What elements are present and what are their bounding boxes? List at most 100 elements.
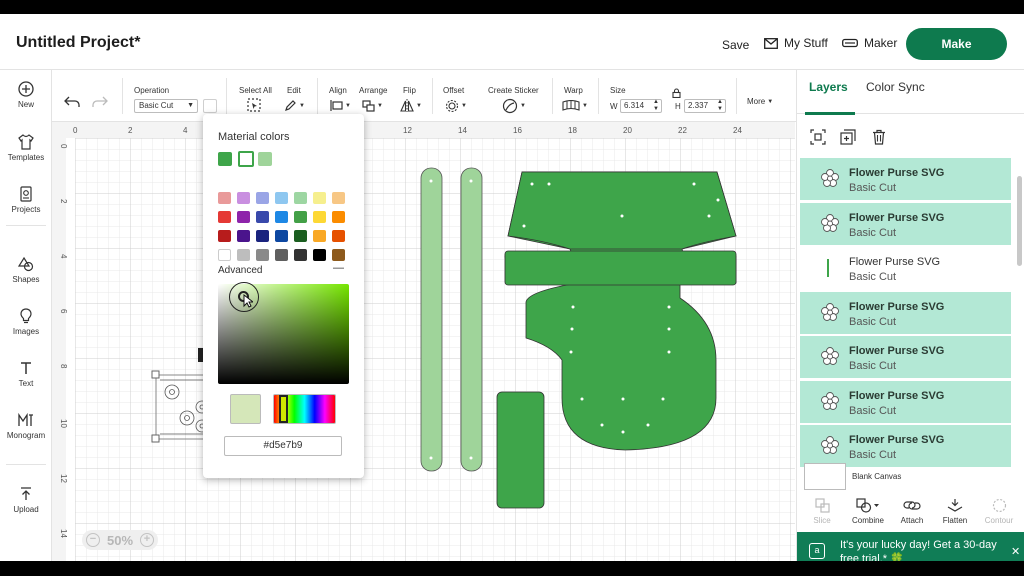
palette-color-swatch[interactable] xyxy=(294,192,307,204)
align-dropdown[interactable]: ▼ xyxy=(330,100,351,111)
select-all-label: Select All xyxy=(239,86,272,95)
purse-strap-left[interactable] xyxy=(420,167,443,472)
flower-icon xyxy=(821,213,839,232)
sidebar-item-monogram[interactable]: Monogram xyxy=(0,412,52,440)
layer-row[interactable]: Flower Purse SVG Basic Cut xyxy=(800,158,1011,200)
layer-row[interactable]: Flower Purse SVG Basic Cut xyxy=(800,247,1011,289)
layer-row[interactable]: Flower Purse SVG Basic Cut xyxy=(800,380,1011,423)
undo-icon[interactable] xyxy=(64,96,80,108)
purse-side-panel[interactable] xyxy=(496,391,545,509)
hex-color-input[interactable]: #d5e7b9 xyxy=(224,436,342,456)
blank-canvas-thumbnail[interactable] xyxy=(804,463,846,490)
operation-select[interactable]: Basic Cut ▼ xyxy=(134,99,198,113)
more-dropdown[interactable]: More ▼ xyxy=(747,97,773,106)
lock-icon[interactable] xyxy=(672,88,681,98)
design-canvas[interactable]: 024681012141618202224 02468101214 xyxy=(52,122,795,561)
maker-button[interactable]: Maker xyxy=(842,36,897,50)
height-input[interactable]: 2.337 ▲ ▼ xyxy=(684,99,726,113)
palette-color-swatch[interactable] xyxy=(275,192,288,204)
sidebar-item-templates[interactable]: Templates xyxy=(0,134,52,162)
promo-banner[interactable]: a It's your lucky day! Get a 30-day free… xyxy=(797,532,1024,561)
sidebar-item-text[interactable]: Text xyxy=(0,360,52,388)
trash-icon[interactable] xyxy=(871,129,887,145)
palette-color-swatch[interactable] xyxy=(275,230,288,242)
warp-dropdown[interactable]: ▼ xyxy=(562,100,588,111)
palette-color-swatch[interactable] xyxy=(294,249,307,261)
resize-handle[interactable] xyxy=(151,370,160,379)
palette-color-swatch[interactable] xyxy=(256,230,269,242)
attach-button[interactable]: Attach xyxy=(890,498,934,525)
combine-button[interactable]: Combine xyxy=(846,498,890,525)
palette-color-swatch[interactable] xyxy=(313,230,326,242)
sidebar-item-label: Templates xyxy=(7,153,45,162)
arrange-dropdown[interactable]: ▼ xyxy=(362,100,383,112)
sidebar-item-new[interactable]: New xyxy=(0,81,52,109)
palette-color-swatch[interactable] xyxy=(313,211,326,223)
palette-color-swatch[interactable] xyxy=(294,230,307,242)
sidebar-item-images[interactable]: Images xyxy=(0,308,52,336)
hue-slider-handle[interactable] xyxy=(279,395,288,423)
palette-color-swatch[interactable] xyxy=(294,211,307,223)
palette-color-swatch[interactable] xyxy=(256,211,269,223)
palette-color-swatch[interactable] xyxy=(313,249,326,261)
operation-color-swatch[interactable] xyxy=(203,99,217,113)
purse-band xyxy=(504,250,737,286)
palette-color-swatch[interactable] xyxy=(218,249,231,261)
cursor-icon xyxy=(243,294,253,308)
make-button[interactable]: Make xyxy=(906,28,1007,60)
flower-icon xyxy=(821,169,839,187)
palette-color-swatch[interactable] xyxy=(332,192,345,204)
slice-button[interactable]: Slice xyxy=(800,498,844,525)
palette-color-swatch[interactable] xyxy=(275,249,288,261)
palette-color-swatch[interactable] xyxy=(313,192,326,204)
palette-color-swatch[interactable] xyxy=(275,211,288,223)
palette-color-swatch[interactable] xyxy=(218,192,231,204)
palette-color-swatch[interactable] xyxy=(237,230,250,242)
palette-color-swatch[interactable] xyxy=(332,249,345,261)
layer-row[interactable]: Flower Purse SVG Basic Cut xyxy=(800,291,1011,334)
flip-dropdown[interactable]: ▼ xyxy=(400,99,422,112)
palette-color-swatch[interactable] xyxy=(256,192,269,204)
save-button[interactable]: Save xyxy=(722,38,749,52)
palette-color-swatch[interactable] xyxy=(332,230,345,242)
my-stuff-button[interactable]: My Stuff xyxy=(764,36,828,50)
palette-color-swatch[interactable] xyxy=(256,249,269,261)
select-all-icon[interactable] xyxy=(247,98,261,112)
palette-color-swatch[interactable] xyxy=(218,230,231,242)
palette-color-swatch[interactable] xyxy=(332,211,345,223)
edit-dropdown[interactable]: ▼ xyxy=(284,99,305,112)
flatten-button[interactable]: Flatten xyxy=(933,498,977,525)
contour-button[interactable]: Contour xyxy=(977,498,1021,525)
offset-dropdown[interactable]: ▼ xyxy=(445,99,467,113)
layers-scrollbar[interactable] xyxy=(1017,176,1022,266)
tab-color-sync[interactable]: Color Sync xyxy=(866,80,925,94)
redo-icon[interactable] xyxy=(92,96,108,108)
material-color-swatch[interactable] xyxy=(238,151,254,167)
flip-icon xyxy=(400,99,414,112)
palette-color-swatch[interactable] xyxy=(237,211,250,223)
advanced-collapse-button[interactable]: — xyxy=(333,262,344,274)
zoom-out-button[interactable]: − xyxy=(86,533,100,547)
sidebar-item-projects[interactable]: Projects xyxy=(0,186,52,214)
palette-color-swatch[interactable] xyxy=(237,192,250,204)
width-input[interactable]: 6.314 ▲ ▼ xyxy=(620,99,662,113)
project-title[interactable]: Untitled Project* xyxy=(16,34,140,52)
group-icon[interactable] xyxy=(810,129,826,145)
warp-icon xyxy=(562,100,580,111)
zoom-in-button[interactable]: + xyxy=(140,533,154,547)
sidebar-item-shapes[interactable]: Shapes xyxy=(0,256,52,284)
resize-handle[interactable] xyxy=(151,434,160,443)
palette-color-swatch[interactable] xyxy=(218,211,231,223)
layer-row[interactable]: Flower Purse SVG Basic Cut xyxy=(800,425,1011,467)
palette-color-swatch[interactable] xyxy=(237,249,250,261)
duplicate-icon[interactable] xyxy=(840,129,856,145)
purse-strap-right[interactable] xyxy=(460,167,483,472)
create-sticker-dropdown[interactable]: ▼ xyxy=(502,98,526,114)
layer-row[interactable]: Flower Purse SVG Basic Cut xyxy=(800,336,1011,378)
material-color-swatch[interactable] xyxy=(218,152,232,166)
layer-row[interactable]: Flower Purse SVG Basic Cut xyxy=(800,202,1011,245)
promo-close-button[interactable]: ✕ xyxy=(1011,545,1020,559)
sidebar-item-upload[interactable]: Upload xyxy=(0,486,52,514)
material-color-swatch[interactable] xyxy=(258,152,272,166)
tab-layers[interactable]: Layers xyxy=(809,80,848,94)
